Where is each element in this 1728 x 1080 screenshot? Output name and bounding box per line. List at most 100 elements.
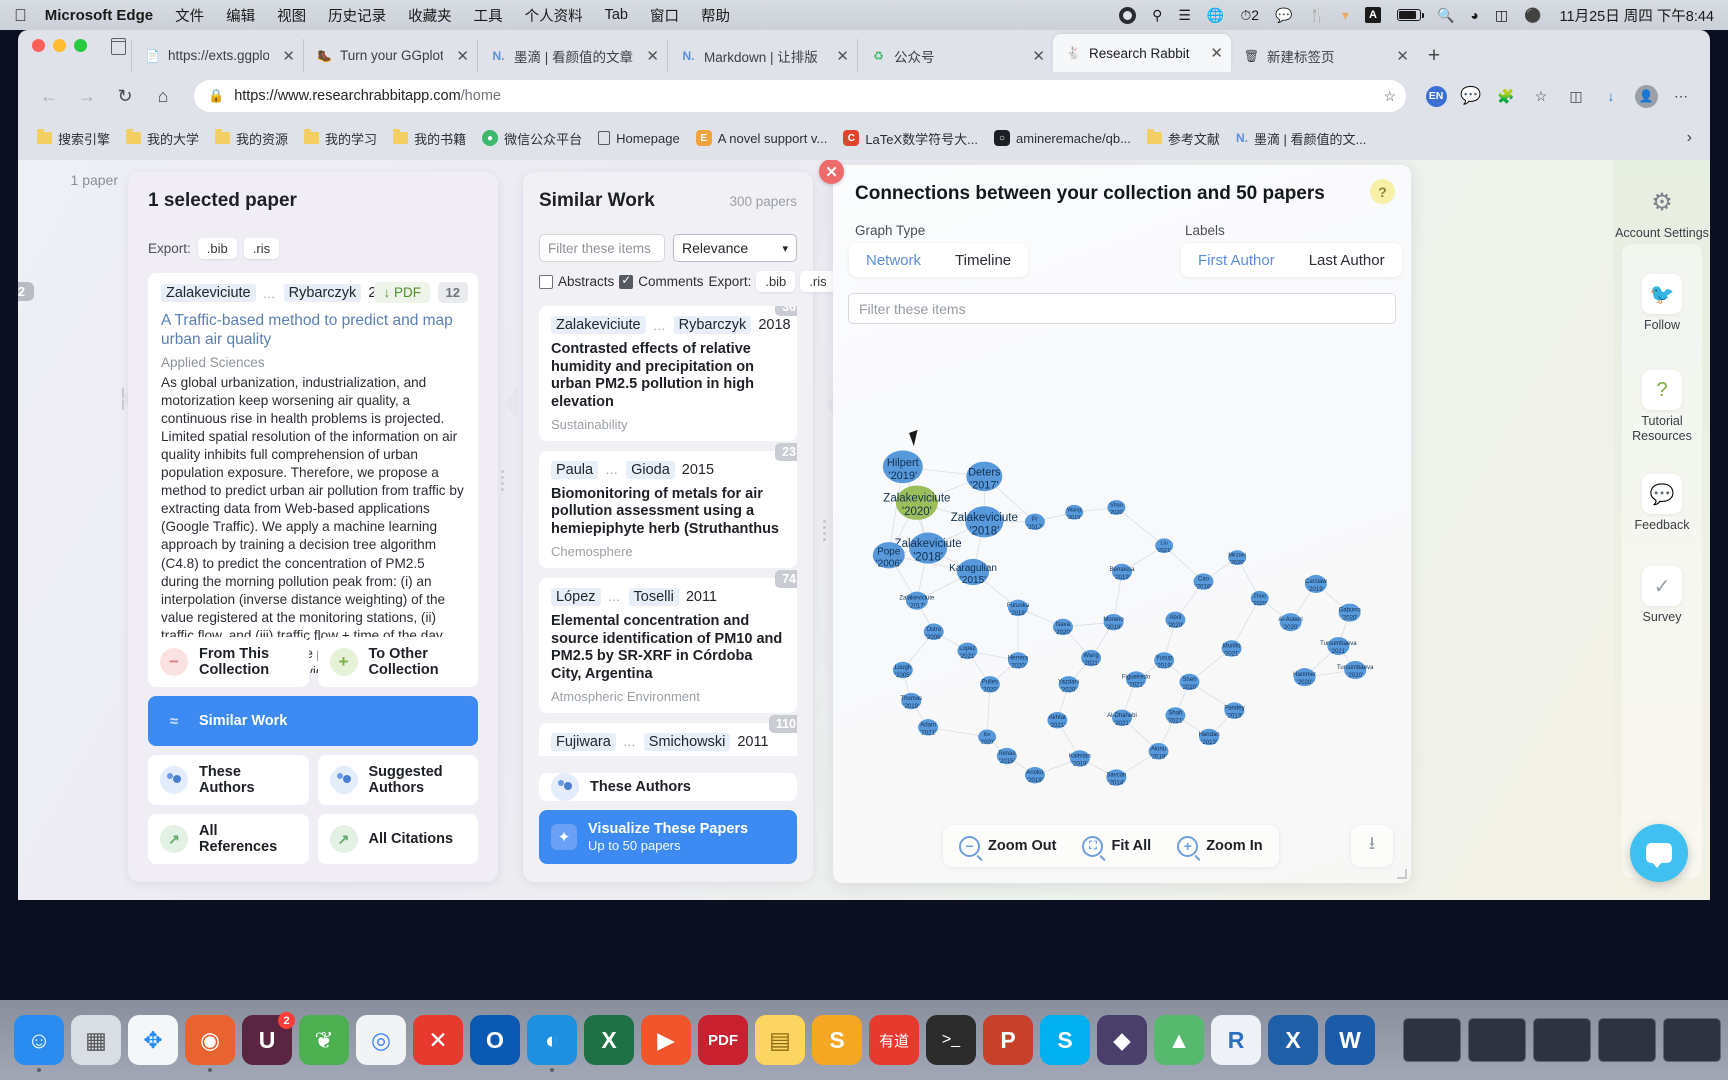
account-settings-button[interactable]: ⚙ Account Settings [1614,182,1710,241]
tab-close-icon[interactable]: ✕ [450,47,469,65]
dock-evernote-icon[interactable]: ❦ [299,1015,349,1065]
graph-node[interactable]: Tomas '2015' [996,747,1017,765]
menu-item-edit[interactable]: 编辑 [226,5,255,26]
globe-icon[interactable]: 🌐 [1207,8,1224,22]
tab-turn-your-ggplot[interactable]: 🥾 Turn your GGplot t ✕ [303,39,477,72]
follow-button[interactable]: 🐦 Follow [1614,274,1710,333]
tab-timeline[interactable]: Timeline [938,243,1028,277]
graph-node[interactable]: Gaburro '2020' [1339,603,1362,622]
dock-chrome-icon[interactable]: ◎ [356,1015,406,1065]
menu-item-file[interactable]: 文件 [175,5,204,26]
wechat-icon[interactable]: 💬 [1275,8,1292,22]
tab-copy-icon[interactable] [105,30,131,72]
wifi-icon[interactable]: ◕ [1470,8,1478,22]
dock-window-thumbnail[interactable] [1663,1018,1721,1062]
dock-safari-icon[interactable]: ✥ [128,1015,178,1065]
graph-node[interactable]: Deters'2017' [966,461,1003,492]
graph-node[interactable]: Al-Dhahebi '2021' [1107,709,1137,727]
forward-arrow-icon[interactable]: → [70,79,104,113]
clipboard-icon[interactable]: ☰ [1178,8,1191,22]
sort-select[interactable]: Relevance ▾ [673,234,797,262]
graph-node[interactable]: Alonu '2019' [1148,743,1169,760]
tab-close-icon[interactable]: ✕ [1390,47,1409,65]
author-last[interactable]: Toselli [628,587,679,606]
graph-node[interactable]: Zalakeviciute'2020' [883,485,950,520]
author-last[interactable]: Smichowski [643,732,731,751]
graph-node[interactable]: Yazdani '2020' [1058,676,1079,693]
filter-input[interactable]: Filter these items [539,234,665,262]
graph-node[interactable]: Lopez '2021' [957,642,978,660]
graph-node[interactable]: Shao '2020' [1107,500,1126,516]
dock-skype-icon[interactable]: S [1040,1015,1090,1065]
graph-node[interactable]: Zalakeviciute '2018' [895,532,962,564]
bookmark-latex-symbols[interactable]: C LaTeX数学符号大... [836,125,985,152]
abstracts-checkbox[interactable] [539,274,553,289]
export-ris-button[interactable]: .ris [243,238,280,259]
graph-node[interactable]: Hammer '2020' [1293,668,1316,687]
menu-item-favorites[interactable]: 收藏夹 [408,5,452,26]
zoom-out-button[interactable]: − Zoom Out [959,835,1056,857]
graph-node[interactable]: Pr '2017' [1024,513,1045,531]
graph-node[interactable]: Shah '2021' [1165,707,1186,724]
graph-node[interactable]: Yusup '2019' [1154,652,1175,669]
timer-icon[interactable]: ⏱ 2 [1240,8,1259,22]
dock-rstudio-icon[interactable]: R [1211,1015,1261,1065]
bookmark-my-study[interactable]: 我的学习 [297,125,384,152]
tab-close-icon[interactable]: ✕ [276,47,295,65]
tab-research-rabbit[interactable]: 🐇 Research Rabbit ✕ [1053,34,1231,72]
tab-close-icon[interactable]: ✕ [1026,47,1045,65]
graph-node[interactable]: Pope'2006' [872,542,905,569]
close-icon[interactable]: ✕ [819,160,844,184]
address-bar[interactable]: 🔒 https://www.researchrabbitapp.com/home… [194,80,1406,112]
graph-node[interactable]: Moreno '2019' [1103,613,1124,631]
author-last[interactable]: Rybarczyk [673,316,752,334]
feedback-button[interactable]: 💬 Feedback [1614,474,1710,533]
visualize-these-papers-button[interactable]: ✦ Visualize These Papers Up to 50 papers [539,810,797,864]
survey-button[interactable]: ✓ Survey [1614,566,1710,625]
favorite-star-icon[interactable]: ☆ [1383,88,1396,105]
dock-word-icon[interactable]: W [1325,1015,1375,1065]
graph-node[interactable]: Lough '2005' [892,661,913,679]
chevron-icon[interactable]: ▾ [1342,8,1349,22]
input-source-icon[interactable]: A [1364,7,1381,23]
graph-node[interactable]: Savcan '2014' [1106,769,1126,787]
dock-window-thumbnail[interactable] [1598,1018,1656,1062]
dock-launchpad-icon[interactable]: ▦ [71,1015,121,1065]
graph-node[interactable]: Anoko '2019' [1024,766,1045,784]
dock-ubuntu-icon[interactable]: U2 [242,1012,295,1065]
dock-excel-icon[interactable]: X [584,1015,634,1065]
menu-item-window[interactable]: 窗口 [650,5,679,26]
split-screen-icon[interactable]: ◫ [1561,81,1591,111]
dock-window-thumbnail[interactable] [1403,1018,1461,1062]
bookmark-my-university[interactable]: 我的大学 [119,125,206,152]
graph-node[interactable]: Mirzaei'2020' [1228,550,1247,566]
graph-node[interactable]: Pulles '2020' [979,676,1000,693]
dock-xmind-icon[interactable]: ✕ [413,1015,463,1065]
reload-icon[interactable]: ↻ [108,79,142,113]
tab-close-icon[interactable]: ✕ [1204,44,1223,62]
graph-node[interactable]: Handan '2013' [1199,728,1220,746]
dock-outlook-icon[interactable]: O [470,1015,520,1065]
bookmark-novel-support-v[interactable]: E A novel support v... [689,126,835,150]
menu-item-help[interactable]: 帮助 [701,5,730,26]
dock-finder-icon[interactable]: ☺ [14,1015,64,1072]
tab-markdown[interactable]: N. Markdown | 让排版 ✕ [667,39,857,72]
author-first[interactable]: López [551,587,601,606]
list-item[interactable]: 110 Fujiwara … Smichowski 2011 Spatial a… [539,714,797,756]
author-last[interactable]: Gioda [626,460,675,479]
dock-mathtype-icon[interactable]: X [1268,1015,1318,1065]
similar-work-button[interactable]: ≈ Similar Work [148,696,478,746]
dock-sublime-icon[interactable]: S [812,1015,862,1065]
dock-youdao-icon[interactable]: 有道 [869,1015,919,1065]
tab-gongzhonghao[interactable]: ♻ 公众号 ✕ [857,39,1053,72]
tab-network[interactable]: Network [849,243,938,277]
bookmark-mdnice[interactable]: N. 墨滴 | 看颜值的文... [1229,125,1373,152]
dock-media-player-icon[interactable]: ▶ [641,1015,691,1065]
graph-node[interactable]: Abril '2020' [1165,611,1186,629]
list-item[interactable]: 36 Zalakeviciute … Rybarczyk 2018 Contra… [539,306,797,441]
graph-node[interactable]: Carslaw '2019' [1304,574,1328,593]
graph-node[interactable]: Pandey '2013' [1224,702,1245,720]
export-bib-button[interactable]: .bib [197,238,237,259]
menu-clock[interactable]: 11月25日 周四 下午8:44 [1560,5,1714,26]
comments-checkbox[interactable] [619,273,634,289]
